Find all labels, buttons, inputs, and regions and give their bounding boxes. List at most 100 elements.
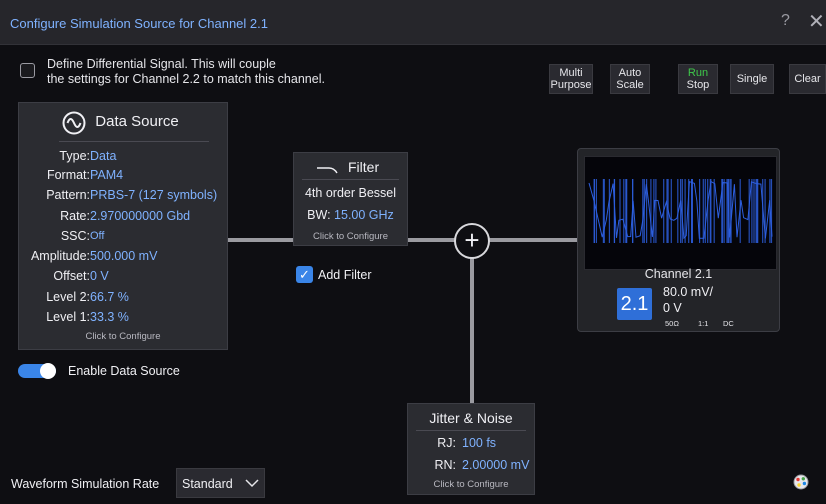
field-value: PRBS-7 (127 symbols) [90,188,218,202]
close-icon[interactable]: ✕ [808,9,825,34]
connector-jitter-sum [470,258,474,404]
help-icon[interactable]: ? [781,12,790,30]
field-value: Off [90,230,105,242]
waveform-transition [730,179,732,243]
color-palette-icon[interactable] [793,474,809,490]
auto-scale-line2: Scale [616,79,644,91]
single-button[interactable]: Single [730,64,774,94]
waveform-transition [681,179,683,243]
multi-purpose-line1: Multi [559,67,583,79]
run-label: Run [687,67,709,79]
waveform-transition [704,179,706,243]
filter-panel[interactable]: Filter 4th order Bessel BW: 15.00 GHz Cl… [293,152,408,246]
field-value: 2.970000000 Gbd [90,209,191,223]
field-label: Rate: [60,209,90,223]
add-filter-label: Add Filter [318,268,372,282]
multi-purpose-button[interactable]: Multi Purpose [549,64,593,94]
waveform-transition [653,179,655,243]
waveform-transition [643,179,645,243]
waveform-transition [764,179,766,243]
toggle-knob [40,363,56,379]
channel-panel[interactable]: Channel 2.1 2.1 80.0 mV/ 0 V 50Ω 1:1 DC [577,148,780,332]
add-filter-checkbox[interactable]: ✓ [296,266,313,283]
filter-click-hint: Click to Configure [313,231,388,242]
jitter-noise-panel[interactable]: Jitter & Noise RJ: 100 fs RN: 2.00000 mV… [407,403,535,495]
waveform-transition [632,179,634,243]
waveform-transition [646,179,648,243]
waveform-transition [751,179,753,243]
field-value: Data [90,149,117,163]
waveform-transition [667,179,669,243]
auto-scale-line1: Auto [618,67,642,79]
waveform-transition [663,179,665,243]
filter-divider [302,179,399,180]
waveform-transition [677,179,679,243]
sum-node-plus-icon: + [454,223,490,259]
connector-sum-channel [489,238,578,242]
enable-data-source-toggle[interactable] [18,363,56,379]
data-source-panel[interactable]: Data Source Type: Data Format: PAM4 Patter… [18,102,228,350]
waveform-transition [707,179,709,243]
rj-label: RJ: [437,436,456,450]
waveform-transition [684,179,686,243]
enable-data-source-label: Enable Data Source [68,364,180,378]
filter-bw-row: BW: 15.00 GHz [294,208,407,222]
waveform-transition [626,179,628,243]
waveform-transition [593,179,595,243]
jitter-divider [416,430,526,431]
auto-scale-button[interactable]: Auto Scale [610,64,650,94]
filter-title: Filter [348,159,380,175]
chevron-down-icon [245,479,259,488]
waveform-transition [702,179,704,243]
channel-badge: 2.1 [617,288,652,320]
waveform-rate-dropdown[interactable]: Standard [176,468,265,498]
rj-value: 100 fs [462,436,497,450]
data-source-title: Data Source [95,113,179,130]
title-bar: Configure Simulation Source for Channel … [0,0,826,45]
lowpass-icon [317,167,338,174]
waveform-transition [699,179,701,243]
jitter-click-hint: Click to Configure [433,479,509,490]
waveform-transition [670,179,672,243]
differential-checkbox[interactable] [20,63,35,78]
waveform-transition [709,179,711,243]
filter-bw-value: 15.00 GHz [334,208,394,222]
waveform-transition [603,179,605,243]
waveform-transition [748,179,750,243]
waveform-transition [755,179,757,243]
waveform-rate-value: Standard [182,477,233,491]
field-label: Pattern: [46,188,90,202]
field-value: 0 V [90,269,109,283]
channel-coupling: DC [723,319,734,328]
waveform-transition [650,179,652,243]
channel-offset: 0 V [663,301,682,315]
stop-label: Stop [686,79,710,91]
field-value: 66.7 % [90,290,129,304]
waveform-transition [723,179,725,243]
waveform-transition [691,179,693,243]
waveform-transition [713,179,715,243]
waveform-transition [721,179,723,243]
data-source-click-hint: Click to Configure [85,331,161,342]
waveform-graphic [588,179,773,243]
waveform-transition [666,179,668,243]
channel-scale: 80.0 mV/ [663,285,714,299]
waveform-transition [726,179,728,243]
field-label: Level 1: [46,310,90,324]
waveform-transition [608,179,610,243]
field-label: Offset: [53,269,90,283]
waveform-transition [595,179,597,243]
field-label: Type: [59,149,90,163]
differential-label-line2: the settings for Channel 2.2 to match th… [47,72,325,86]
waveform-transition [739,179,741,243]
clear-button[interactable]: Clear [789,64,826,94]
waveform-transition [655,179,657,243]
waveform-preview [584,156,777,270]
field-value: 500.000 mV [90,249,158,263]
field-label: Level 2: [46,290,90,304]
field-label: Format: [46,168,90,182]
waveform-transition [769,179,771,243]
waveform-transition [770,179,773,243]
run-stop-button[interactable]: Run Stop [678,64,718,94]
differential-label-line1: Define Differential Signal. This will co… [47,57,276,71]
